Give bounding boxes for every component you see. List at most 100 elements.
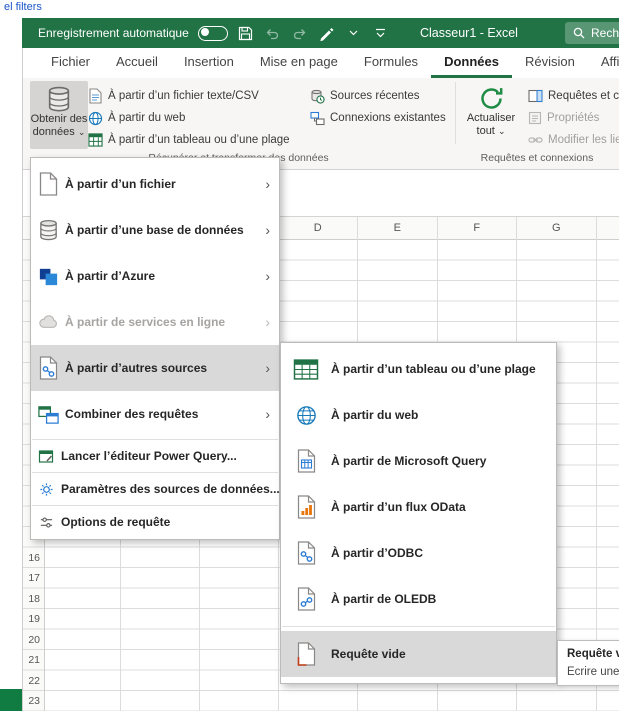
menu-item-label: À partir de services en ligne [65,315,265,329]
database-icon [45,85,73,113]
online-services-icon [31,311,65,334]
pen-dropdown-arrow-icon[interactable] [345,24,363,42]
background-window-green-fragment [0,689,22,711]
refresh-label-line2: tout [477,125,495,137]
row-header-17[interactable]: 17 [22,568,40,589]
submenu-item-label: Requête vide [331,647,556,661]
background-window-text-fragment: el filters [4,1,42,13]
get-data-label-line1: Obtenir des [31,113,88,126]
submenu-item-from-oledb[interactable]: À partir de OLEDB [281,576,556,622]
row-header-19[interactable]: 19 [22,609,40,630]
submenu-arrow-icon: › [265,268,279,284]
column-header-g[interactable]: G [517,217,597,240]
dropdown-arrow-icon: ⌄ [498,126,506,136]
from-text-csv-button[interactable]: À partir d’un fichier texte/CSV [88,86,259,106]
autosave-toggle[interactable] [198,26,228,41]
tab-affichage[interactable]: Affichage [588,48,619,78]
menu-item-label: À partir d’un fichier [65,177,265,191]
column-header-d[interactable]: D [278,217,358,240]
search-box[interactable]: Recherche [565,22,619,44]
submenu-item-label: À partir de Microsoft Query [331,454,556,468]
submenu-item-from-microsoft-query[interactable]: À partir de Microsoft Query [281,438,556,484]
tab-insertion[interactable]: Insertion [171,48,247,78]
menu-item-from-azure[interactable]: À partir d’Azure › [31,253,279,299]
odbc-icon [281,541,331,565]
menu-item-launch-power-query-editor[interactable]: Lancer l’éditeur Power Query... [31,442,279,470]
from-web-button[interactable]: À partir du web [88,108,185,128]
submenu-item-from-table-range[interactable]: À partir d’un tableau ou d’une plage [281,346,556,392]
refresh-icon [478,85,505,112]
submenu-arrow-icon: › [265,222,279,238]
from-text-csv-label: À partir d’un fichier texte/CSV [108,90,259,102]
queries-connections-button[interactable]: Requêtes et connexions [528,86,619,106]
file-icon [31,172,65,196]
menu-item-from-database[interactable]: À partir d’une base de données › [31,207,279,253]
recent-sources-button[interactable]: Sources récentes [310,86,420,106]
menu-item-combine-queries[interactable]: Combiner des requêtes › [31,391,279,437]
oledb-icon [281,587,331,611]
ribbon-tab-bar: Fichier Accueil Insertion Mise en page F… [22,48,619,78]
menu-item-from-file[interactable]: À partir d’un fichier › [31,161,279,207]
blank-query-tooltip: Requête vide Écrire une requête [557,640,619,686]
existing-connections-button[interactable]: Connexions existantes [310,108,446,128]
submenu-item-from-odbc[interactable]: À partir d’ODBC [281,530,556,576]
row-header-16[interactable]: 16 [22,548,40,569]
connections-icon [310,111,325,126]
group-label-queries-connections: Requêtes et connexions [455,152,619,164]
autosave-label: Enregistrement automatique [38,26,189,40]
submenu-item-from-odata-feed[interactable]: À partir d’un flux OData [281,484,556,530]
row-header-22[interactable]: 22 [22,671,40,692]
tab-donnees[interactable]: Données [431,48,512,78]
query-options-icon [31,515,61,530]
globe-icon [281,404,331,427]
window-title: Classeur1 - Excel [420,18,518,48]
combine-queries-icon [31,403,65,426]
menu-item-from-online-services: À partir de services en ligne › [31,299,279,345]
customize-quick-access-icon[interactable] [372,24,390,42]
save-icon[interactable] [237,24,255,42]
row-header-21[interactable]: 21 [22,650,40,671]
menu-item-label: Combiner des requêtes [65,407,265,421]
toggle-knob [201,28,209,36]
menu-separator [32,472,278,473]
submenu-item-label: À partir d’un flux OData [331,500,556,514]
submenu-item-blank-query[interactable]: Requête vide [281,631,556,677]
column-header-e[interactable]: E [358,217,438,240]
blank-query-icon [281,642,331,666]
title-bar: Enregistrement automatique Classeur1 - E… [22,18,619,48]
tooltip-body: Écrire une requête [567,666,619,678]
properties-button: Propriétés [528,108,599,128]
menu-separator [32,439,278,440]
refresh-all-button[interactable]: Actualiser tout ⌄ [462,81,520,149]
edit-links-label: Modifier les liens [548,134,619,146]
get-data-button[interactable]: Obtenir des données ⌄ [30,81,88,149]
tab-formules[interactable]: Formules [351,48,431,78]
tab-accueil[interactable]: Accueil [103,48,171,78]
tab-mise-en-page[interactable]: Mise en page [247,48,351,78]
tab-fichier[interactable]: Fichier [38,48,103,78]
submenu-item-label: À partir d’un tableau ou d’une plage [331,362,556,376]
menu-item-data-source-settings[interactable]: Paramètres des sources de données... [31,475,279,503]
draw-pen-icon[interactable] [318,24,336,42]
tab-revision[interactable]: Révision [512,48,588,78]
properties-label: Propriétés [547,112,599,124]
from-table-range-button[interactable]: À partir d’un tableau ou d’une plage [88,130,290,150]
row-header-20[interactable]: 20 [22,630,40,651]
row-header-18[interactable]: 18 [22,589,40,610]
column-header-f[interactable]: F [437,217,517,240]
submenu-item-from-web[interactable]: À partir du web [281,392,556,438]
from-table-range-label: À partir d’un tableau ou d’une plage [108,134,290,146]
azure-icon [31,265,65,288]
from-web-label: À partir du web [108,112,185,124]
other-sources-submenu: À partir d’un tableau ou d’une plage À p… [280,342,557,684]
menu-item-from-other-sources[interactable]: À partir d’autres sources › [31,345,279,391]
submenu-separator [282,626,555,627]
row-header-23[interactable]: 23 [22,691,40,712]
menu-item-label: À partir d’une base de données [65,223,265,237]
submenu-arrow-icon: › [265,360,279,376]
get-data-menu: À partir d’un fichier › À partir d’une b… [30,157,280,540]
search-icon [573,27,585,39]
menu-item-query-options[interactable]: Options de requête [31,508,279,536]
submenu-arrow-icon: › [265,314,279,330]
redo-icon [291,24,309,42]
